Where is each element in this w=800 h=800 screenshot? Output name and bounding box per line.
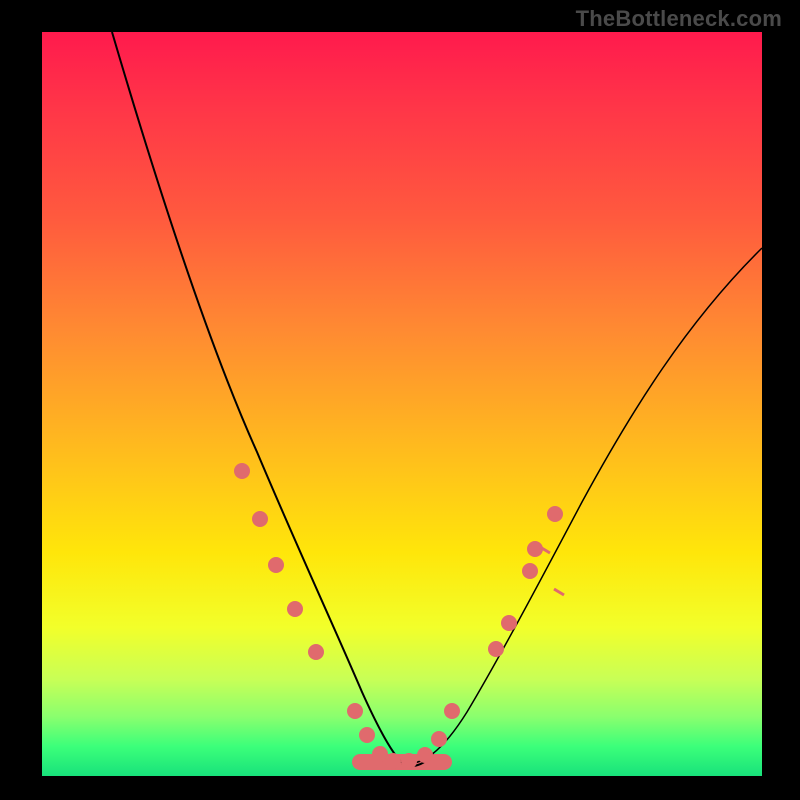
- chart-svg-overlay: [42, 32, 762, 776]
- marker-dot: [359, 727, 375, 743]
- right-tick-line: [554, 589, 564, 595]
- marker-dot: [417, 747, 433, 763]
- bottleneck-curve-left: [112, 32, 430, 766]
- marker-dot: [431, 731, 447, 747]
- marker-group-right: [444, 506, 563, 719]
- marker-dot: [547, 506, 563, 522]
- marker-dot: [522, 563, 538, 579]
- marker-dot: [385, 753, 401, 769]
- marker-dot: [234, 463, 250, 479]
- marker-dot: [347, 703, 363, 719]
- marker-dot: [444, 703, 460, 719]
- marker-dot: [308, 644, 324, 660]
- marker-dot: [501, 615, 517, 631]
- chart-frame: TheBottleneck.com: [0, 0, 800, 800]
- marker-dot: [401, 753, 417, 769]
- marker-group-left: [234, 463, 363, 719]
- bottleneck-curve-right: [402, 248, 762, 764]
- marker-dot: [252, 511, 268, 527]
- marker-dot: [287, 601, 303, 617]
- watermark-text: TheBottleneck.com: [576, 6, 782, 32]
- marker-dot: [488, 641, 504, 657]
- marker-dot: [268, 557, 284, 573]
